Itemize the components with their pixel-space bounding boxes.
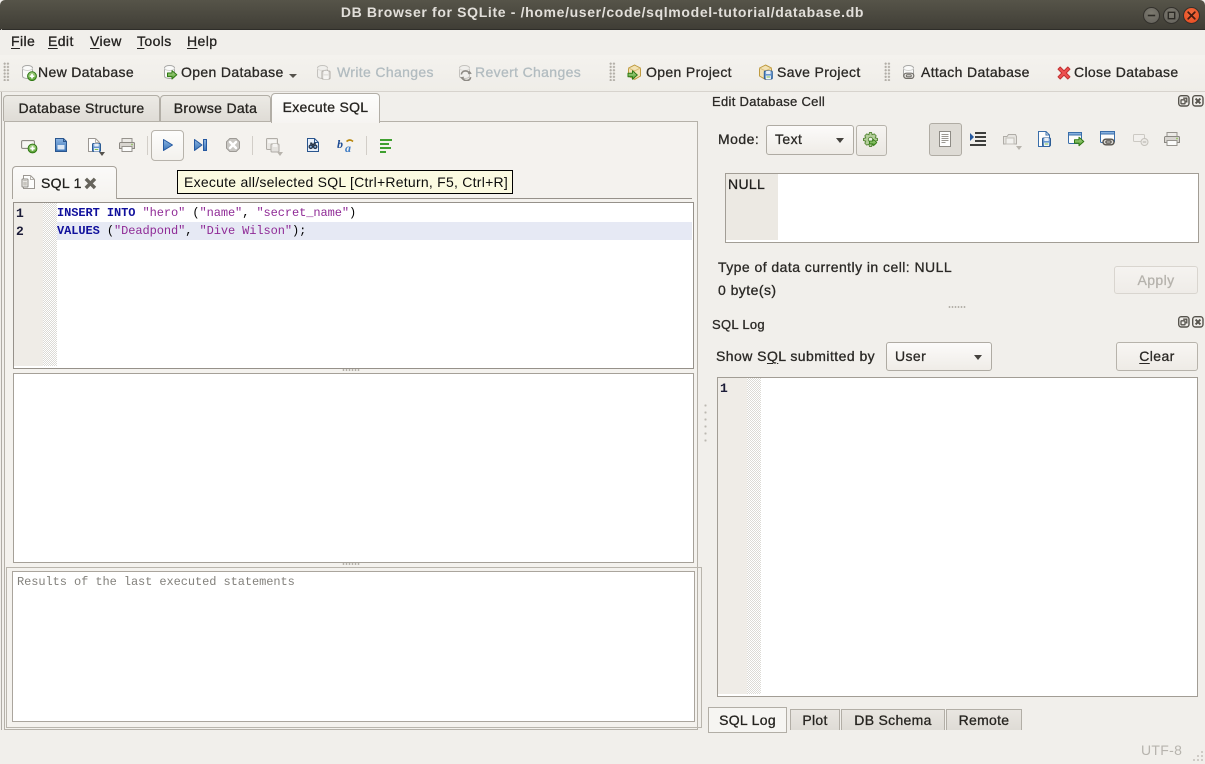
svg-text:b: b [337,137,343,151]
svg-text:a: a [345,141,351,154]
